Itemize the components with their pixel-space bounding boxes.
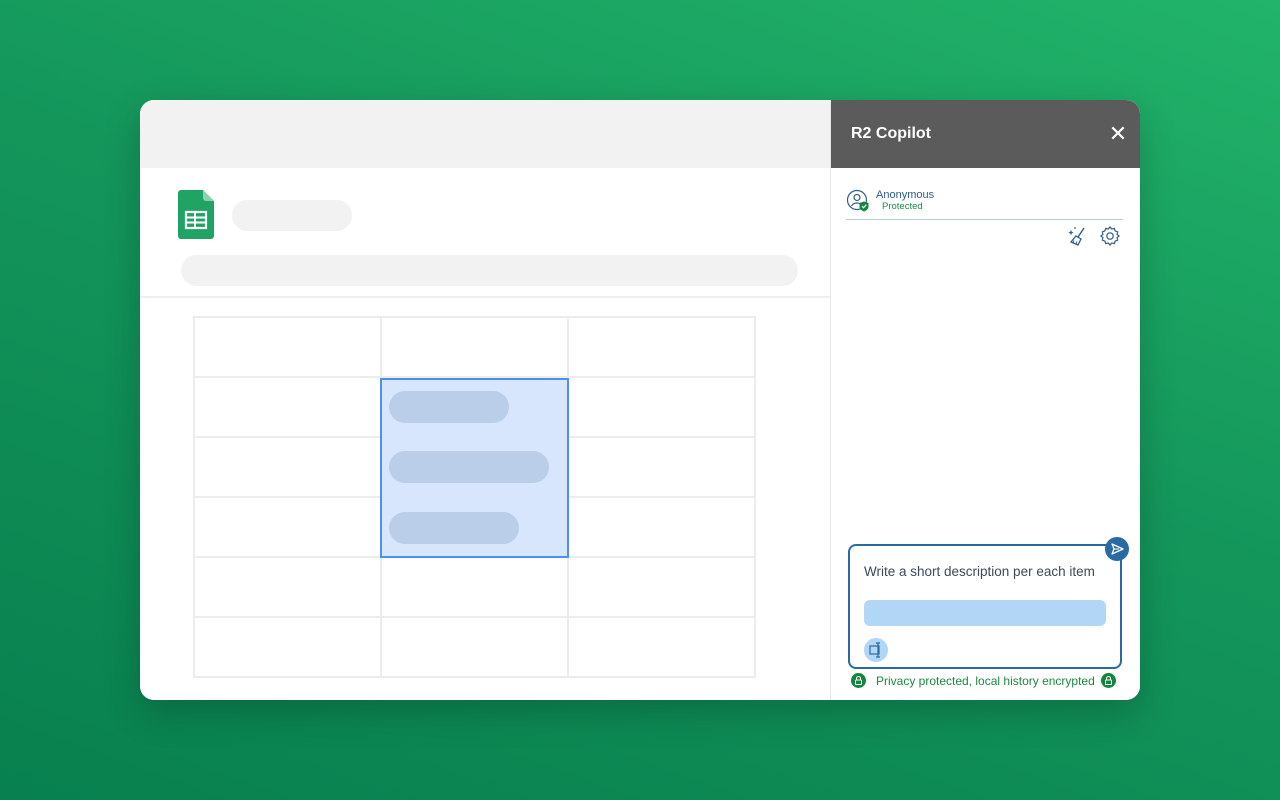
- privacy-text: Privacy protected, local history encrypt…: [876, 674, 1095, 688]
- grid-cell[interactable]: [567, 316, 756, 378]
- grid-cell[interactable]: [380, 556, 569, 618]
- grid-cell[interactable]: [380, 616, 569, 678]
- user-protection-status: Protected: [882, 201, 923, 212]
- lock-icon: [1101, 673, 1116, 688]
- spreadsheet-app: [140, 100, 830, 700]
- grid-cell[interactable]: [567, 376, 756, 438]
- panel-title: R2 Copilot: [851, 125, 931, 142]
- copilot-panel: R2 Copilot ✕ Anonymous Protected Write a…: [830, 100, 1140, 700]
- user-status-row: Anonymous Protected: [846, 188, 1123, 220]
- selected-context-bar: [864, 600, 1106, 626]
- toolbar-placeholder: [181, 255, 798, 286]
- gear-icon[interactable]: [1099, 225, 1121, 247]
- close-icon[interactable]: ✕: [1108, 123, 1128, 145]
- user-shield-icon: [846, 189, 869, 212]
- grid-cell[interactable]: [380, 316, 569, 378]
- cell-content-placeholder: [389, 512, 519, 544]
- prompt-input[interactable]: Write a short description per each item: [864, 564, 1095, 579]
- text-cursor-icon[interactable]: [864, 638, 888, 662]
- grid-cell[interactable]: [193, 436, 382, 498]
- browser-topbar: [140, 100, 830, 168]
- privacy-notice: Privacy protected, local history encrypt…: [851, 672, 1121, 690]
- grid-cell[interactable]: [193, 496, 382, 558]
- prompt-composer[interactable]: Write a short description per each item: [848, 544, 1122, 669]
- grid-cell[interactable]: [193, 376, 382, 438]
- user-name: Anonymous: [876, 189, 935, 201]
- send-button[interactable]: [1105, 537, 1129, 561]
- grid-cell[interactable]: [193, 616, 382, 678]
- grid-cell[interactable]: [567, 616, 756, 678]
- grid-cell[interactable]: [567, 556, 756, 618]
- send-icon: [1111, 543, 1124, 555]
- cell-content-placeholder: [389, 391, 509, 423]
- google-sheets-icon: [178, 190, 214, 239]
- grid-cell[interactable]: [193, 556, 382, 618]
- cell-content-placeholder: [389, 451, 549, 483]
- document-title-placeholder: [232, 200, 352, 231]
- divider: [140, 296, 830, 298]
- selected-cell-range[interactable]: [380, 378, 569, 558]
- panel-header: R2 Copilot ✕: [831, 100, 1140, 168]
- grid-cell[interactable]: [567, 496, 756, 558]
- lock-icon: [851, 673, 866, 688]
- grid-cell[interactable]: [193, 316, 382, 378]
- app-window: R2 Copilot ✕ Anonymous Protected Write a…: [140, 100, 1140, 700]
- grid-cell[interactable]: [567, 436, 756, 498]
- broom-sparkle-icon[interactable]: [1067, 225, 1089, 247]
